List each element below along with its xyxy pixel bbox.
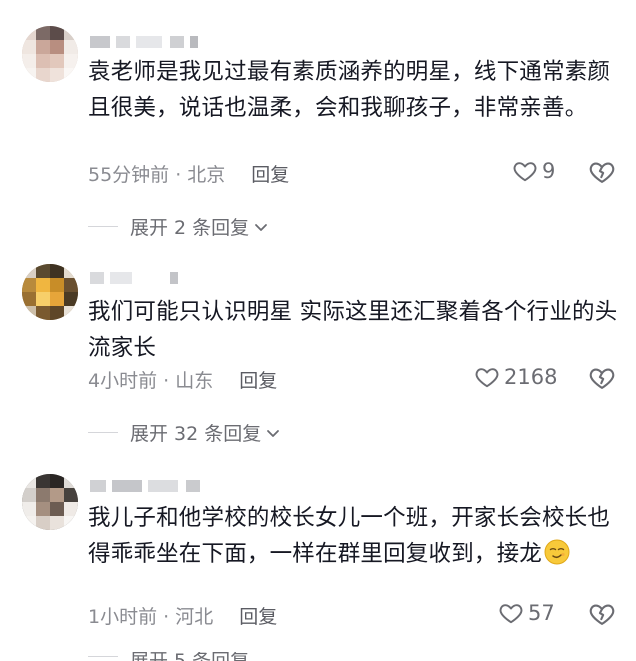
avatar[interactable] — [22, 26, 78, 82]
reply-button[interactable]: 回复 — [239, 602, 277, 629]
avatar[interactable] — [22, 264, 78, 320]
smirk-emoji-icon — [544, 539, 570, 565]
avatar[interactable] — [22, 474, 78, 530]
like-button[interactable]: 57 — [498, 600, 555, 626]
expand-replies-button[interactable]: 展开 2 条回复 — [88, 213, 269, 240]
chevron-down-icon — [267, 429, 280, 437]
comment-time-location: 1小时前 · 河北 — [88, 605, 214, 628]
expand-replies-button[interactable]: 展开 32 条回复 — [88, 419, 281, 446]
expand-replies-label: 展开 32 条回复 — [130, 423, 262, 445]
comment-item: 我们可能只认识明星 实际这里还汇聚着各个行业的头流家长 4小时前 · 山东 回复… — [0, 250, 636, 460]
broken-heart-icon — [589, 368, 615, 389]
dislike-button[interactable] — [588, 158, 616, 186]
divider-line — [88, 432, 118, 433]
like-count: 9 — [542, 159, 556, 183]
expand-replies-label: 展开 5 条回复 — [130, 652, 249, 661]
expand-replies-button[interactable]: 展开 5 条回复 — [88, 652, 249, 661]
comment-time-location: 55分钟前 · 北京 — [88, 163, 226, 186]
divider-line — [88, 656, 118, 657]
comment-text: 我儿子和他学校的校长女儿一个班，开家长会校长也得乖乖坐在下面，一样在群里回复收到… — [88, 500, 618, 572]
expand-replies-label: 展开 2 条回复 — [130, 217, 250, 239]
broken-heart-icon — [589, 604, 615, 625]
dislike-button[interactable] — [588, 364, 616, 392]
username-blurred[interactable] — [90, 36, 210, 50]
comment-item: 袁老师是我见过最有素质涵养的明星，线下通常素颜且很美，说话也温柔，会和我聊孩子，… — [0, 0, 636, 250]
comment-text: 袁老师是我见过最有素质涵养的明星，线下通常素颜且很美，说话也温柔，会和我聊孩子，… — [88, 59, 611, 121]
like-count: 2168 — [504, 365, 558, 389]
heart-outline-icon — [513, 162, 537, 182]
like-button[interactable]: 2168 — [474, 364, 557, 390]
username-blurred[interactable] — [90, 272, 210, 286]
chevron-down-icon — [255, 223, 268, 231]
like-count: 57 — [528, 601, 555, 625]
heart-outline-icon — [499, 604, 523, 624]
comment-time-location: 4小时前 · 山东 — [88, 369, 214, 392]
comment-text: 我们可能只认识明星 实际这里还汇聚着各个行业的头流家长 — [88, 299, 618, 361]
broken-heart-icon — [589, 162, 615, 183]
reply-button[interactable]: 回复 — [251, 160, 289, 187]
heart-outline-icon — [475, 368, 499, 388]
comment-item: 我儿子和他学校的校长女儿一个班，开家长会校长也得乖乖坐在下面，一样在群里回复收到… — [0, 460, 636, 661]
comment-text-content: 我儿子和他学校的校长女儿一个班，开家长会校长也得乖乖坐在下面，一样在群里回复收到… — [88, 505, 611, 567]
like-button[interactable]: 9 — [512, 158, 555, 184]
username-blurred[interactable] — [90, 480, 210, 494]
divider-line — [88, 226, 118, 227]
reply-button[interactable]: 回复 — [239, 366, 277, 393]
dislike-button[interactable] — [588, 600, 616, 628]
